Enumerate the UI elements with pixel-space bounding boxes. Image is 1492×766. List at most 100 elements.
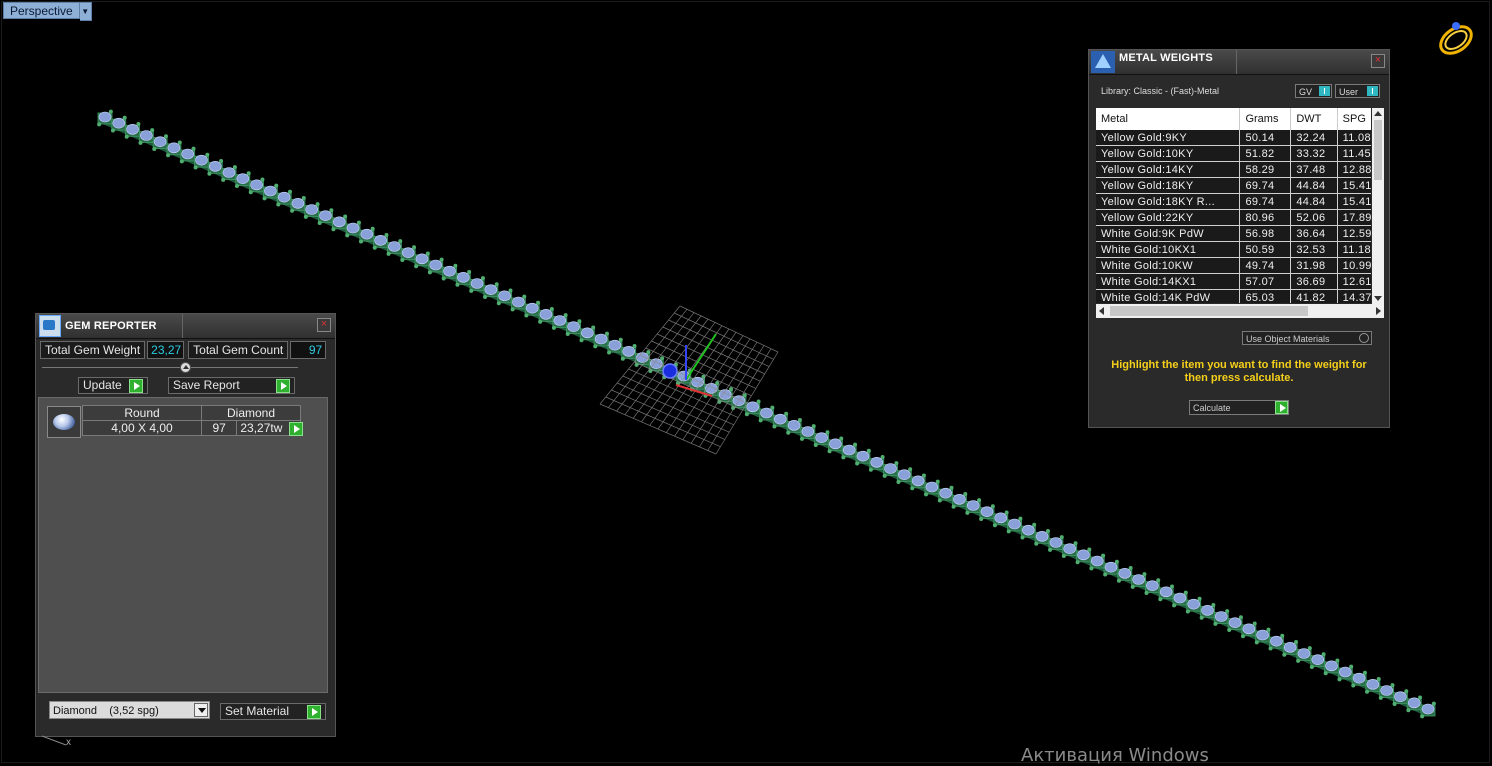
- prong: [963, 491, 968, 496]
- prong: [1376, 676, 1381, 681]
- save-report-label: Save Report: [173, 378, 240, 392]
- prong: [784, 411, 789, 416]
- prong: [1103, 572, 1108, 577]
- material-select[interactable]: Diamond (3,52 spg): [49, 701, 210, 719]
- gem: [1008, 518, 1021, 530]
- collapse-toggle-icon[interactable]: [180, 362, 191, 373]
- prong: [894, 461, 899, 466]
- prong: [110, 128, 115, 133]
- table-cell: 10.99: [1337, 257, 1371, 274]
- viewport-name[interactable]: Perspective: [3, 2, 80, 19]
- gem: [1270, 635, 1283, 647]
- round-diamond-icon[interactable]: [47, 406, 81, 438]
- user-toggle[interactable]: User: [1335, 84, 1380, 98]
- table-row[interactable]: White Gold:10KX1 50.59 32.53 11.18: [1096, 241, 1371, 258]
- metal-weights-title: METAL WEIGHTS: [1119, 52, 1213, 64]
- table-row[interactable]: Yellow Gold:18KY R... 69.74 44.84 15.41: [1096, 193, 1371, 210]
- prong: [455, 282, 460, 287]
- gem: [939, 487, 952, 499]
- table-cell: 12.61: [1337, 273, 1371, 290]
- table-cell: Yellow Gold:14KY: [1096, 161, 1241, 178]
- scroll-up-icon[interactable]: [1374, 111, 1382, 116]
- table-row[interactable]: Yellow Gold:22KY 80.96 52.06 17.89: [1096, 209, 1371, 226]
- prong: [1116, 578, 1121, 583]
- prong: [632, 343, 637, 348]
- viewport-label[interactable]: Perspective ▼: [3, 2, 92, 21]
- gem: [608, 339, 622, 351]
- prong: [496, 301, 501, 306]
- metal-weights-titlebar[interactable]: METAL WEIGHTS ×: [1089, 50, 1389, 75]
- prong: [441, 276, 446, 281]
- scroll-down-icon[interactable]: [1374, 296, 1382, 301]
- table-cell: 41.82: [1290, 289, 1338, 303]
- column-header[interactable]: Grams: [1239, 108, 1292, 130]
- chevron-down-icon[interactable]: [194, 703, 208, 717]
- gem: [443, 265, 456, 277]
- close-icon[interactable]: ×: [1371, 54, 1385, 68]
- prong: [1032, 522, 1037, 527]
- gem-material: Diamond: [201, 405, 301, 421]
- gem: [842, 444, 856, 456]
- navigation-ring-icon[interactable]: [1434, 16, 1478, 60]
- gem-reporter-titlebar[interactable]: GEM REPORTER ×: [36, 314, 335, 339]
- prong: [951, 504, 956, 509]
- table-row[interactable]: Yellow Gold:14KY 58.29 37.48 12.88: [1096, 161, 1371, 178]
- close-icon[interactable]: ×: [317, 318, 331, 332]
- calculate-label: Calculate: [1193, 403, 1231, 413]
- prong: [1404, 689, 1409, 694]
- use-object-materials-toggle[interactable]: Use Object Materials: [1242, 331, 1372, 345]
- column-header[interactable]: Metal: [1096, 108, 1241, 130]
- total-gem-count-label: Total Gem Count: [188, 341, 289, 359]
- prong: [1183, 590, 1188, 595]
- prong: [522, 294, 527, 299]
- scroll-thumb[interactable]: [1374, 120, 1382, 180]
- prong: [593, 344, 598, 349]
- radio-icon: [1359, 333, 1369, 343]
- vertical-scrollbar[interactable]: [1372, 108, 1384, 304]
- table-row[interactable]: Yellow Gold:9KY 50.14 32.24 11.08: [1096, 130, 1371, 146]
- table-cell: 15.41: [1337, 177, 1371, 194]
- table-row[interactable]: White Gold:10KW 49.74 31.98 10.99: [1096, 257, 1371, 274]
- gem: [525, 302, 539, 314]
- gv-toggle[interactable]: GV: [1295, 84, 1332, 98]
- scroll-right-icon[interactable]: [1376, 307, 1381, 315]
- table-row[interactable]: White Gold:14KX1 57.07 36.69 12.61: [1096, 273, 1371, 290]
- column-header[interactable]: SPG: [1337, 108, 1371, 130]
- calculate-button[interactable]: Calculate: [1189, 400, 1289, 415]
- gem: [305, 204, 319, 215]
- gem: [346, 222, 360, 234]
- gem-select-play-icon[interactable]: [289, 422, 303, 436]
- toggle-indicator-icon: [1319, 86, 1330, 96]
- gem: [1146, 580, 1159, 591]
- prong: [1240, 634, 1245, 639]
- horizontal-scrollbar[interactable]: [1096, 304, 1384, 318]
- prong: [398, 239, 403, 244]
- viewport-dropdown-icon[interactable]: ▼: [79, 2, 92, 21]
- prong: [1266, 627, 1271, 632]
- table-row[interactable]: Yellow Gold:18KY 69.74 44.84 15.41: [1096, 177, 1371, 194]
- prong: [1365, 689, 1370, 694]
- prong: [317, 221, 322, 226]
- update-button[interactable]: Update: [78, 377, 148, 394]
- prong: [427, 270, 432, 275]
- save-report-button[interactable]: Save Report: [168, 377, 295, 394]
- prong: [524, 313, 529, 318]
- gem: [1283, 642, 1297, 653]
- table-row[interactable]: Yellow Gold:10KY 51.82 33.32 11.45: [1096, 145, 1371, 162]
- scroll-thumb[interactable]: [1110, 306, 1308, 316]
- prong: [163, 134, 168, 139]
- gem: [746, 401, 760, 413]
- axis-triad: [41, 735, 67, 746]
- set-material-button[interactable]: Set Material: [220, 703, 326, 720]
- toggle-indicator-icon: [1367, 86, 1378, 96]
- prong: [356, 220, 361, 225]
- prong: [825, 430, 830, 435]
- table-row[interactable]: White Gold:9K PdW 56.98 36.64 12.59: [1096, 225, 1371, 242]
- scroll-left-icon[interactable]: [1099, 307, 1104, 315]
- table-row[interactable]: White Gold:14K PdW 65.03 41.82 14.37: [1096, 289, 1371, 303]
- prong: [290, 208, 295, 213]
- table-cell: 49.74: [1239, 257, 1292, 274]
- play-icon: [129, 378, 143, 393]
- gem: [994, 512, 1008, 524]
- column-header[interactable]: DWT: [1290, 108, 1338, 130]
